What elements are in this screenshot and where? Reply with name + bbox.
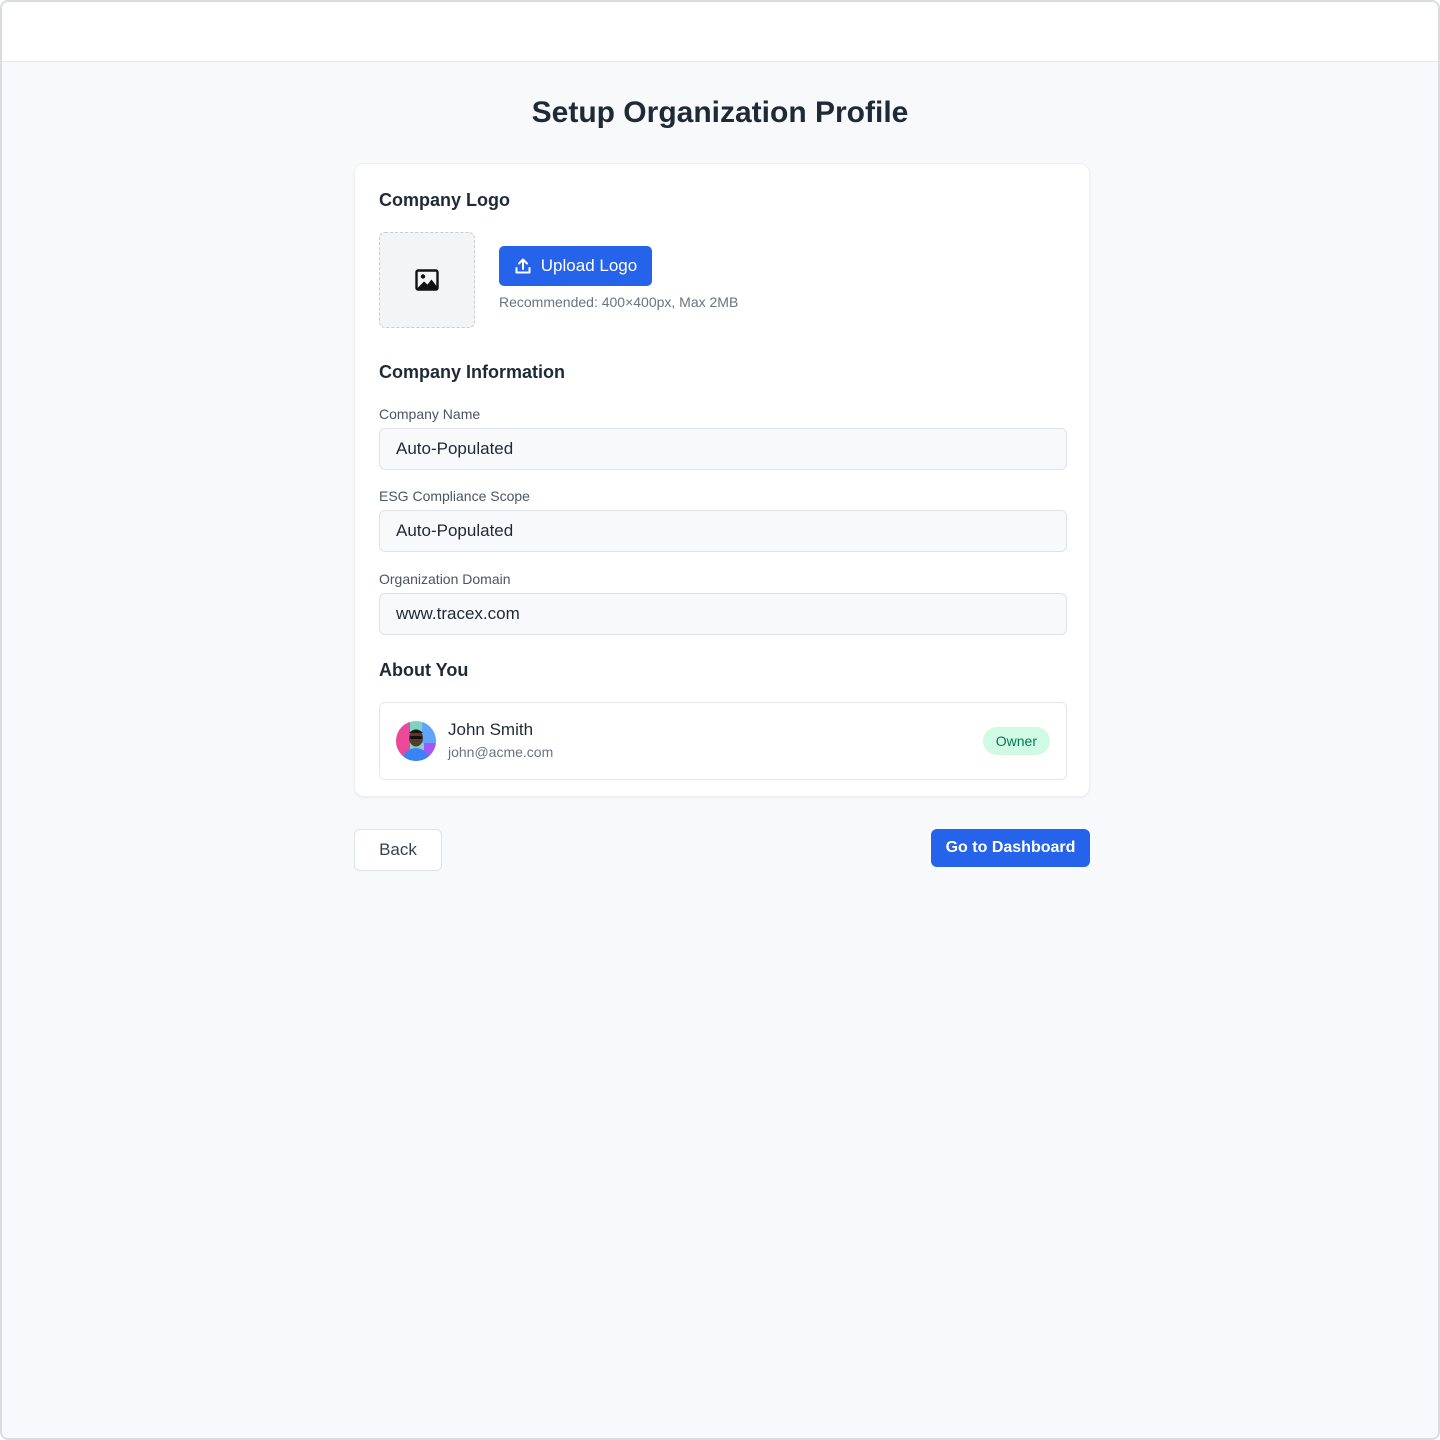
upload-logo-button[interactable]: Upload Logo — [499, 246, 652, 286]
upload-logo-label: Upload Logo — [540, 256, 638, 275]
logo-dropzone[interactable] — [379, 232, 475, 328]
user-name: John Smith — [448, 720, 534, 739]
back-button[interactable]: Back — [354, 829, 442, 871]
go-to-dashboard-button[interactable]: Go to Dashboard — [931, 829, 1090, 867]
user-card: John Smith john@acme.com Owner — [379, 702, 1067, 780]
avatar — [396, 721, 436, 761]
organization-domain-label: Organization Domain — [379, 571, 511, 587]
upload-icon — [515, 258, 531, 274]
upload-hint: Recommended: 400×400px, Max 2MB — [499, 294, 739, 310]
esg-scope-label: ESG Compliance Scope — [379, 488, 530, 504]
esg-scope-input[interactable] — [379, 510, 1067, 552]
organization-domain-input[interactable] — [379, 593, 1067, 635]
user-email: john@acme.com — [448, 744, 554, 760]
top-bar — [2, 2, 1438, 62]
role-badge: Owner — [982, 727, 1050, 755]
app-window: Setup Organization Profile Company Logo … — [0, 0, 1440, 1440]
image-icon — [415, 269, 439, 291]
company-name-label: Company Name — [379, 406, 481, 422]
company-information-heading: Company Information — [379, 362, 566, 382]
profile-form-card: Company Logo Upload Logo Recommended: 40… — [354, 163, 1090, 797]
page-title: Setup Organization Profile — [531, 96, 909, 129]
company-logo-heading: Company Logo — [379, 190, 510, 210]
company-name-input[interactable] — [379, 428, 1067, 470]
about-you-heading: About You — [379, 660, 469, 680]
